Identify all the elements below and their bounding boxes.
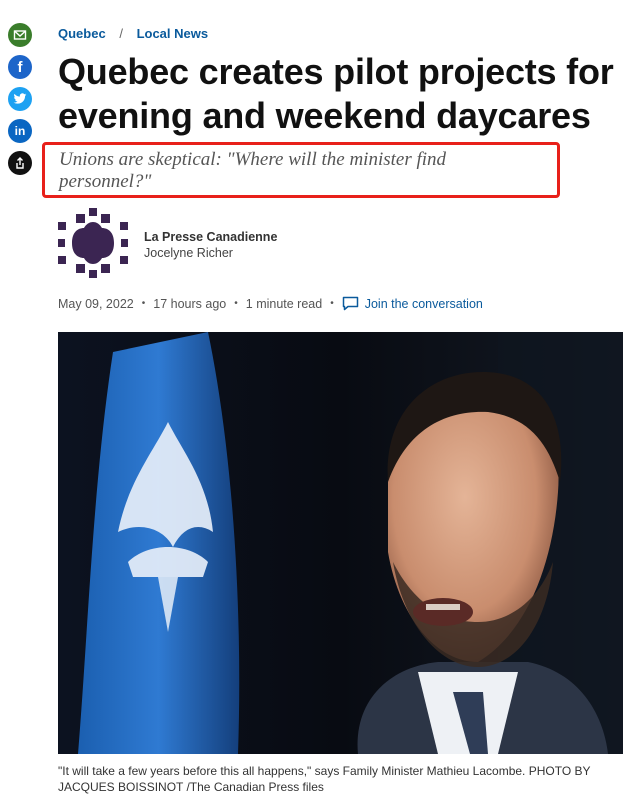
byline-source[interactable]: La Presse Canadienne: [144, 229, 277, 245]
twitter-share-button[interactable]: [8, 87, 32, 111]
meta-separator: •: [330, 298, 334, 309]
article-deck-highlighted: Unions are skeptical: "Where will the mi…: [42, 142, 560, 198]
twitter-icon: [13, 93, 27, 104]
email-share-button[interactable]: [8, 23, 32, 47]
meta-separator: •: [141, 298, 146, 309]
email-icon: [13, 30, 27, 40]
share-sidebar: f in: [8, 23, 32, 183]
facebook-share-button[interactable]: f: [8, 55, 32, 79]
share-icon: [16, 156, 24, 169]
byline: La Presse Canadienne Jocelyne Richer: [144, 229, 277, 261]
linkedin-icon: in: [14, 124, 26, 138]
publish-age: 17 hours ago: [153, 296, 227, 311]
breadcrumb: Quebec / Local News: [58, 26, 208, 41]
byline-author[interactable]: Jocelyne Richer: [144, 245, 277, 261]
meta-separator: •: [234, 298, 238, 309]
breadcrumb-local-news-link[interactable]: Local News: [137, 26, 209, 41]
publisher-logo: [58, 208, 128, 278]
breadcrumb-separator: /: [119, 26, 123, 41]
comment-icon: [342, 296, 358, 311]
article-headline: Quebec creates pilot projects for evenin…: [58, 51, 614, 136]
article-lead-photo: [58, 332, 623, 754]
join-conversation-link[interactable]: Join the conversation: [342, 296, 483, 311]
facebook-icon: f: [17, 58, 23, 76]
more-share-button[interactable]: [8, 151, 32, 175]
article-meta: May 09, 2022 • 17 hours ago • 1 minute r…: [58, 296, 483, 311]
linkedin-share-button[interactable]: in: [8, 119, 32, 143]
publish-date: May 09, 2022: [58, 296, 134, 311]
join-conversation-label: Join the conversation: [364, 296, 483, 311]
read-time: 1 minute read: [245, 296, 323, 311]
breadcrumb-quebec-link[interactable]: Quebec: [58, 26, 106, 41]
photo-caption: "It will take a few years before this al…: [58, 764, 591, 794]
